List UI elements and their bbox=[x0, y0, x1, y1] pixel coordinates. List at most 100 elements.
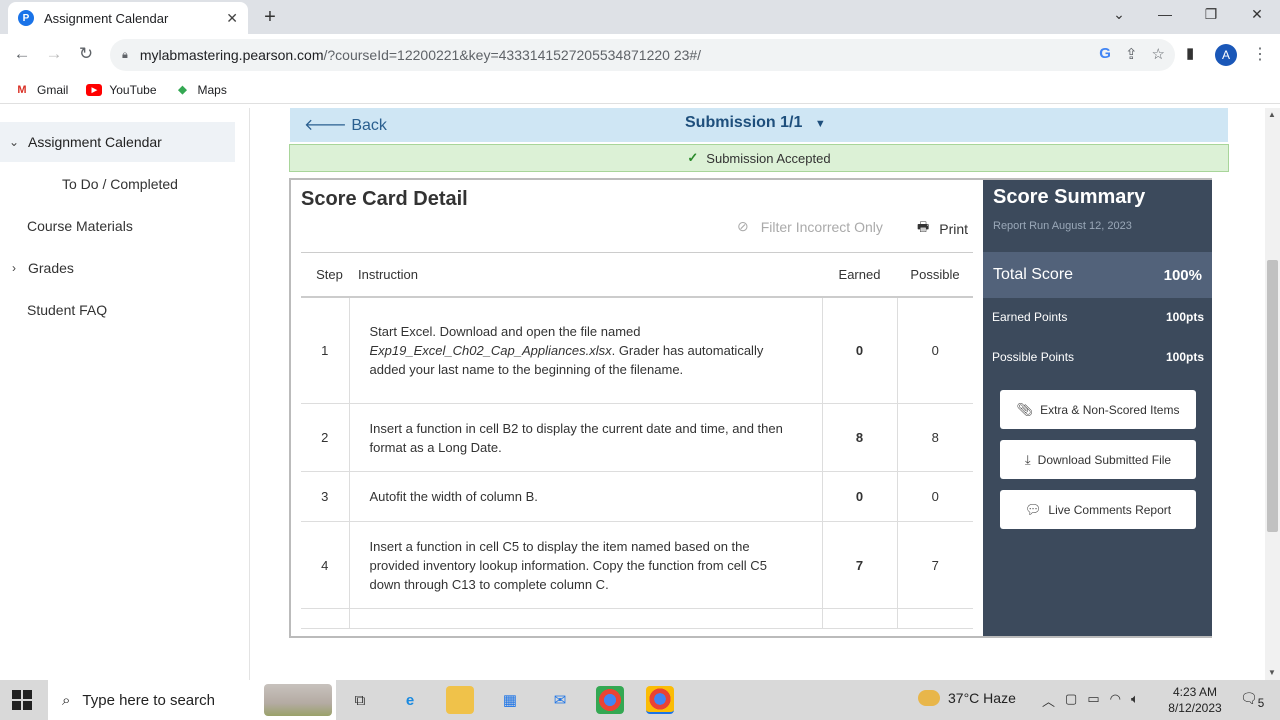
url-path: /?courseId=12200221&key=4333141527205534… bbox=[323, 47, 702, 63]
report-run-date: Report Run August 12, 2023 bbox=[993, 220, 1132, 232]
back-link[interactable]: 🡐 Back bbox=[304, 114, 387, 135]
pearson-favicon-icon: P bbox=[18, 10, 34, 26]
bookmark-star-icon[interactable]: ☆ bbox=[1152, 45, 1165, 63]
sidebar-item-label: To Do / Completed bbox=[62, 176, 178, 192]
taskbar-search-box[interactable]: ⌕ Type here to search bbox=[48, 680, 336, 720]
window-close-icon[interactable]: ✕ bbox=[1242, 6, 1272, 23]
new-tab-icon[interactable]: + bbox=[258, 6, 282, 30]
score-card-title: Score Card Detail bbox=[301, 188, 468, 210]
windows-start-icon[interactable] bbox=[12, 690, 32, 710]
sidebar-item-student-faq[interactable]: Student FAQ bbox=[0, 290, 235, 330]
clock-time: 4:23 AM bbox=[1172, 685, 1218, 699]
score-card: Score Card Detail ⊘ Filter Incorrect Onl… bbox=[289, 178, 1212, 638]
forward-arrow-icon[interactable]: → bbox=[42, 44, 66, 66]
sidebar-item-course-materials[interactable]: Course Materials bbox=[0, 206, 235, 246]
sidebar-item-label: Grades bbox=[28, 260, 74, 276]
earned-cell: 0 bbox=[821, 471, 897, 522]
share-icon[interactable]: ⇪ bbox=[1125, 45, 1138, 63]
edge-icon[interactable]: e bbox=[396, 686, 424, 714]
course-sidebar: ⌄ Assignment Calendar To Do / Completed … bbox=[0, 108, 250, 680]
table-row bbox=[301, 608, 973, 629]
checkmark-icon: ✓ bbox=[687, 150, 699, 165]
bookmark-label: YouTube bbox=[109, 82, 157, 97]
scroll-down-icon[interactable]: ▼ bbox=[1268, 668, 1276, 677]
scroll-thumb[interactable] bbox=[1267, 260, 1278, 532]
url-host: mylabmastering.pearson.com bbox=[139, 47, 324, 63]
extra-non-scored-button[interactable]: 📎︎ Extra & Non-Scored Items bbox=[1000, 390, 1196, 429]
taskbar-clock[interactable]: 4:23 AM 8/12/2023 bbox=[1160, 684, 1230, 716]
weather-text: 37°C Haze bbox=[948, 690, 1016, 706]
chrome-profile-a-icon[interactable] bbox=[646, 686, 674, 714]
notification-count: 5 bbox=[1257, 696, 1265, 710]
sidebar-item-todo-completed[interactable]: To Do / Completed bbox=[0, 164, 235, 204]
meet-now-icon[interactable]: ▢ bbox=[1065, 691, 1077, 710]
bookmark-gmail[interactable]: M Gmail bbox=[14, 83, 68, 97]
notifications-icon[interactable]: 🗨︎5 bbox=[1240, 690, 1264, 710]
column-header-possible: Possible bbox=[897, 252, 973, 298]
browser-menu-icon[interactable]: ⋮ bbox=[1252, 44, 1268, 64]
table-row: 2 Insert a function in cell B2 to displa… bbox=[301, 403, 973, 472]
search-icon: ⌕ bbox=[62, 691, 71, 709]
comments-icon: 💬︎ bbox=[1024, 501, 1042, 517]
download-file-button[interactable]: ⤓ Download Submitted File bbox=[1000, 440, 1196, 479]
google-translate-icon[interactable]: G bbox=[1099, 45, 1111, 63]
bookmark-maps[interactable]: ◆ Maps bbox=[175, 83, 227, 97]
volume-icon[interactable]: 🔈︎ bbox=[1131, 691, 1139, 710]
sidebar-item-grades[interactable]: › Grades bbox=[0, 248, 235, 288]
reload-icon[interactable]: ↻ bbox=[74, 44, 98, 66]
bookmark-youtube[interactable]: ▶ YouTube bbox=[86, 82, 157, 97]
earned-cell: 7 bbox=[821, 521, 897, 609]
accepted-label: Submission Accepted bbox=[706, 150, 831, 166]
tab-close-icon[interactable]: ✕ bbox=[226, 10, 238, 27]
score-summary-title: Score Summary bbox=[993, 186, 1146, 208]
earned-cell bbox=[821, 608, 897, 629]
restore-icon[interactable]: ❐ bbox=[1196, 6, 1226, 23]
microsoft-store-icon[interactable]: ▦ bbox=[496, 686, 524, 714]
tab-search-chevron-icon[interactable]: ⌄ bbox=[1104, 6, 1134, 23]
submission-label: Submission 1/1 bbox=[685, 114, 803, 131]
weather-widget[interactable]: 37°C Haze bbox=[918, 690, 1016, 706]
possible-cell: 8 bbox=[896, 403, 973, 472]
submission-selector[interactable]: Submission 1/1 ▼ bbox=[685, 114, 826, 132]
sidebar-item-assignment-calendar[interactable]: ⌄ Assignment Calendar bbox=[0, 122, 235, 162]
minimize-icon[interactable]: — bbox=[1150, 6, 1180, 22]
instruction-cell bbox=[348, 608, 822, 629]
earned-cell: 8 bbox=[821, 403, 897, 472]
total-score-value: 100% bbox=[1163, 266, 1202, 284]
back-arrow-icon[interactable]: ← bbox=[10, 44, 34, 66]
ban-icon: ⊘ bbox=[737, 218, 749, 234]
profile-avatar[interactable]: A bbox=[1215, 44, 1237, 66]
print-button[interactable]: 🖶 Print bbox=[917, 218, 968, 240]
tray-chevron-icon[interactable]: ︿ bbox=[1042, 691, 1055, 710]
side-panel-icon[interactable]: ▮ bbox=[1186, 44, 1194, 62]
address-bar[interactable]: 🔒︎ mylabmastering.pearson.com/?courseId=… bbox=[110, 39, 1175, 71]
scroll-up-icon[interactable]: ▲ bbox=[1268, 110, 1276, 119]
system-tray: ︿ ▢ ▭ ◠ 🔈︎ bbox=[1042, 691, 1139, 710]
sidebar-item-label: Course Materials bbox=[27, 218, 133, 234]
score-table: Step Instruction Earned Possible 1 Start… bbox=[301, 252, 973, 629]
step-cell: 3 bbox=[301, 471, 349, 522]
mail-icon[interactable]: ✉ bbox=[546, 686, 574, 714]
battery-icon[interactable]: ▭ bbox=[1087, 691, 1099, 710]
live-comments-button[interactable]: 💬︎ Live Comments Report bbox=[1000, 490, 1196, 529]
task-view-icon[interactable]: ⧉ bbox=[346, 686, 374, 714]
page-viewport: ⌄ Assignment Calendar To Do / Completed … bbox=[0, 108, 1280, 680]
step-cell: 4 bbox=[301, 521, 349, 609]
file-explorer-icon[interactable] bbox=[446, 686, 474, 714]
paperclip-icon: 📎︎ bbox=[1016, 401, 1034, 417]
sidebar-item-label: Student FAQ bbox=[27, 302, 108, 318]
wifi-icon[interactable]: ◠ bbox=[1110, 691, 1121, 710]
instruction-text: Start Excel. Download and open the file … bbox=[369, 323, 641, 339]
page-scrollbar[interactable]: ▲ ▼ bbox=[1265, 108, 1280, 680]
chevron-right-icon: › bbox=[12, 261, 16, 275]
browser-toolbar: ← → ↻ 🔒︎ mylabmastering.pearson.com/?cou… bbox=[0, 34, 1280, 76]
browser-tab[interactable]: P Assignment Calendar ✕ bbox=[8, 2, 248, 34]
haze-icon bbox=[918, 690, 940, 706]
instruction-cell: Insert a function in cell B2 to display … bbox=[348, 403, 822, 472]
earned-points-label: Earned Points bbox=[992, 310, 1068, 324]
table-row: 3 Autofit the width of column B. 0 0 bbox=[301, 471, 973, 522]
filter-incorrect-toggle[interactable]: ⊘ Filter Incorrect Only bbox=[737, 218, 883, 235]
chrome-profile-m-icon[interactable] bbox=[596, 686, 624, 714]
column-header-instruction: Instruction bbox=[349, 252, 822, 298]
button-label: Download Submitted File bbox=[1037, 452, 1172, 467]
